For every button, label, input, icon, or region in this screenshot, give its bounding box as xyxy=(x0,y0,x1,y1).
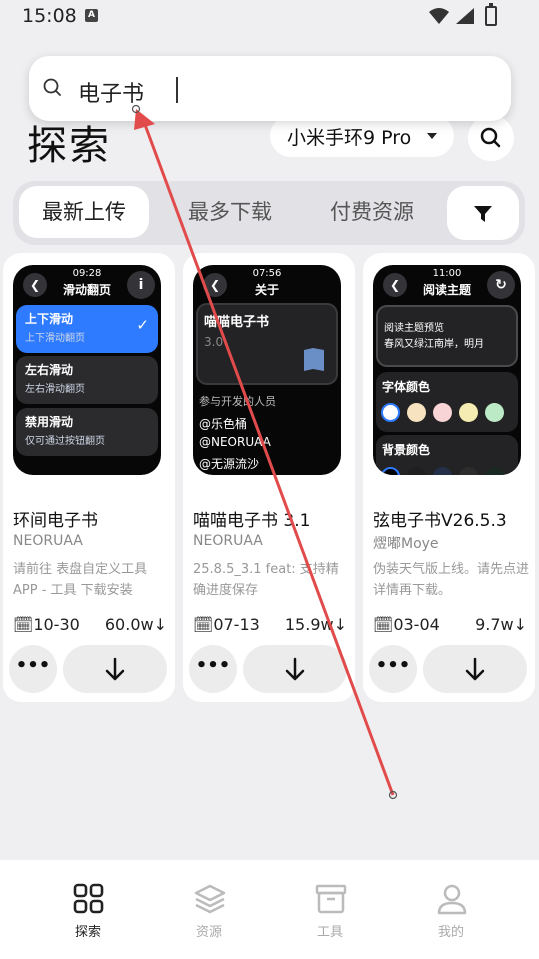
nav-profile[interactable]: 我的 xyxy=(391,860,511,959)
explore-grid-icon xyxy=(73,883,104,914)
bottom-nav: 探索 资源 工具 我的 xyxy=(0,860,539,959)
toolbox-icon xyxy=(315,884,347,914)
person-icon xyxy=(437,884,467,915)
nav-tools[interactable]: 工具 xyxy=(270,860,390,959)
nav-explore[interactable]: 探索 xyxy=(28,860,148,959)
layers-icon xyxy=(194,884,226,914)
nav-resources[interactable]: 资源 xyxy=(149,860,269,959)
nav-label: 工具 xyxy=(316,925,343,940)
nav-label: 探索 xyxy=(74,925,101,940)
nav-label: 我的 xyxy=(437,925,464,940)
nav-label: 资源 xyxy=(195,925,222,940)
gesture-trace-overlay xyxy=(131,104,398,800)
